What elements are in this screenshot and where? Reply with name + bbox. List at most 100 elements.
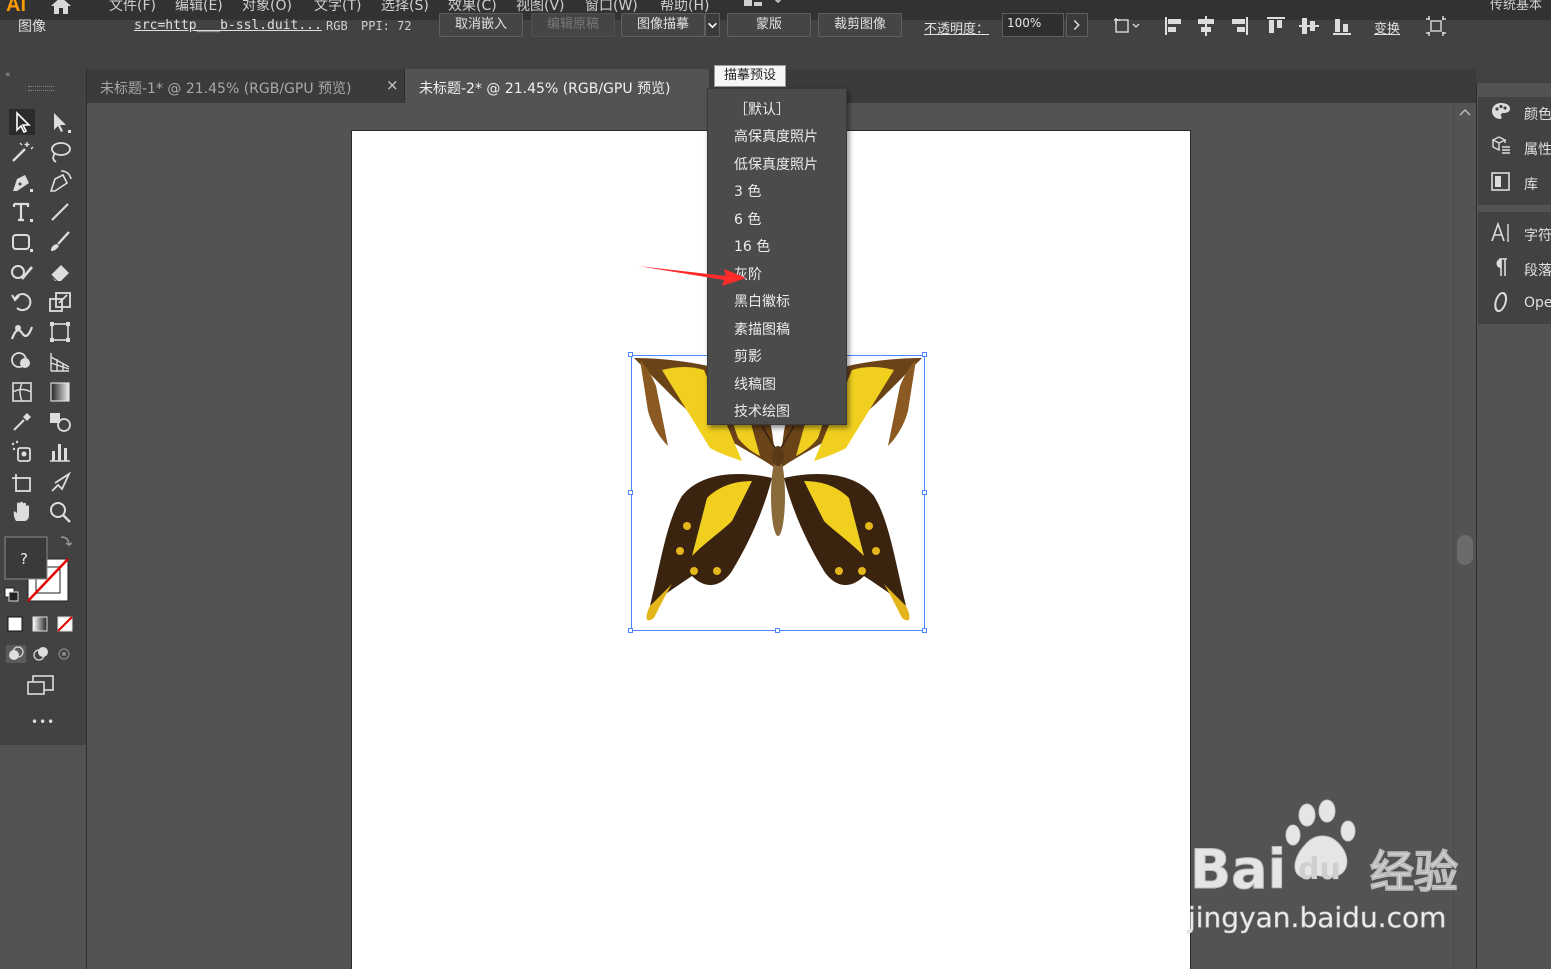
- paintbrush-tool-icon[interactable]: [47, 229, 73, 255]
- crop-image-button[interactable]: 裁剪图像: [818, 13, 902, 37]
- trace-presets-tooltip: 描摹预设: [714, 65, 786, 87]
- trace-preset-dropdown-icon[interactable]: [705, 13, 720, 37]
- preset-item-technical-drawing[interactable]: 技术绘图: [734, 401, 790, 425]
- home-icon[interactable]: [48, 0, 74, 16]
- toolbar-empty-area: [0, 745, 87, 969]
- panel-grip[interactable]: [28, 86, 54, 91]
- panel-character[interactable]: 字符: [1490, 221, 1551, 247]
- arrange-documents-icon[interactable]: [742, 0, 788, 14]
- opacity-label[interactable]: 不透明度：: [924, 18, 989, 37]
- panel-label: 颜色: [1524, 107, 1551, 123]
- pen-tool-icon[interactable]: [9, 169, 35, 195]
- panel-libraries[interactable]: 库: [1490, 170, 1551, 196]
- image-trace-button[interactable]: 图像描摹: [621, 13, 705, 37]
- chevron-right-icon[interactable]: [1066, 13, 1088, 37]
- resize-handle-bottom-right[interactable]: [922, 628, 927, 633]
- panel-label: OpenType: [1524, 295, 1551, 311]
- resize-handle-top-right[interactable]: [922, 352, 927, 357]
- menu-edit[interactable]: 编辑(E): [175, 0, 223, 15]
- scale-tool-icon[interactable]: [47, 289, 73, 315]
- eraser-tool-icon[interactable]: [47, 259, 73, 285]
- preset-item-16-colors[interactable]: 16 色: [734, 236, 770, 260]
- line-segment-tool-icon[interactable]: [47, 199, 73, 225]
- align-bottom-icon[interactable]: [1331, 15, 1353, 37]
- selection-tool-icon[interactable]: [9, 109, 35, 135]
- align-right-icon[interactable]: [1228, 15, 1250, 37]
- resize-handle-middle-left[interactable]: [628, 490, 633, 495]
- resize-handle-top-left[interactable]: [628, 352, 633, 357]
- symbol-sprayer-tool-icon[interactable]: [9, 439, 35, 465]
- panel-properties[interactable]: 属性: [1490, 135, 1551, 161]
- artboard-tool-icon[interactable]: [9, 469, 35, 495]
- slice-tool-icon[interactable]: [47, 469, 73, 495]
- color-mode-buttons[interactable]: [5, 614, 77, 634]
- menu-type[interactable]: 文字(T): [314, 0, 361, 15]
- panel-color[interactable]: 颜色: [1490, 100, 1551, 126]
- perspective-grid-tool-icon[interactable]: [47, 349, 73, 375]
- direct-selection-tool-icon[interactable]: [47, 109, 73, 135]
- drawing-mode-buttons[interactable]: [5, 644, 77, 664]
- unknown-fill-indicator: ?: [20, 550, 28, 568]
- opentype-icon: [1494, 292, 1508, 312]
- magic-wand-tool-icon[interactable]: [9, 139, 35, 165]
- rotate-tool-icon[interactable]: [9, 289, 35, 315]
- tab-document-1[interactable]: 未标题-1* @ 21.45% (RGB/GPU 预览) ×: [87, 69, 405, 103]
- preset-item-silhouettes[interactable]: 剪影: [734, 346, 762, 370]
- tab-close-icon[interactable]: ×: [386, 76, 399, 94]
- panel-grip[interactable]: [1476, 69, 1551, 83]
- preset-item-line-art[interactable]: 线稿图: [734, 374, 776, 398]
- panel-paragraph[interactable]: 段落: [1490, 256, 1551, 282]
- watermark-url: jingyan.baidu.com: [1187, 901, 1446, 934]
- preset-item-high-fidelity-photo[interactable]: 高保真度照片: [734, 126, 818, 150]
- resize-handle-middle-right[interactable]: [922, 490, 927, 495]
- preset-item-black-white-logo[interactable]: 黑白徽标: [734, 291, 790, 315]
- menu-file[interactable]: 文件(F): [109, 0, 156, 15]
- free-transform-tool-icon[interactable]: [47, 319, 73, 345]
- fill-stroke-swatches[interactable]: [3, 535, 83, 607]
- isolate-mode-icon[interactable]: [1425, 15, 1447, 37]
- align-left-icon[interactable]: [1163, 15, 1185, 37]
- blend-tool-icon[interactable]: [47, 409, 73, 435]
- align-top-icon[interactable]: [1265, 15, 1287, 37]
- preset-item-6-colors[interactable]: 6 色: [734, 209, 761, 233]
- lasso-tool-icon[interactable]: [47, 139, 73, 165]
- column-graph-tool-icon[interactable]: [47, 439, 73, 465]
- paragraph-icon: [1496, 258, 1507, 276]
- zoom-tool-icon[interactable]: [47, 499, 73, 525]
- collapse-panel-icon[interactable]: «: [5, 70, 11, 80]
- mask-button[interactable]: 蒙版: [727, 13, 811, 37]
- chevron-up-icon[interactable]: [1458, 106, 1472, 120]
- transform-link[interactable]: 变换: [1374, 18, 1400, 37]
- opacity-input[interactable]: 100%: [1002, 13, 1064, 37]
- panel-label: 段落: [1524, 263, 1551, 279]
- tab-document-2[interactable]: 未标题-2* @ 21.45% (RGB/GPU 预览): [405, 69, 709, 103]
- shaper-tool-icon[interactable]: [9, 259, 35, 285]
- panel-opentype[interactable]: OpenType: [1490, 291, 1551, 317]
- type-tool-icon[interactable]: [9, 199, 35, 225]
- align-horizontal-center-icon[interactable]: [1195, 15, 1217, 37]
- preset-item-default[interactable]: ［默认］: [734, 99, 790, 123]
- menu-select[interactable]: 选择(S): [381, 0, 429, 15]
- mesh-tool-icon[interactable]: [9, 379, 35, 405]
- preset-item-3-colors[interactable]: 3 色: [734, 181, 761, 205]
- rectangle-tool-icon[interactable]: [9, 229, 35, 255]
- unembed-button[interactable]: 取消嵌入: [439, 13, 523, 37]
- screen-mode-icon[interactable]: [26, 674, 56, 698]
- preset-item-sketched-art[interactable]: 素描图稿: [734, 319, 790, 343]
- scrollbar-thumb[interactable]: [1457, 535, 1473, 565]
- curvature-tool-icon[interactable]: [47, 169, 73, 195]
- resize-handle-bottom-left[interactable]: [628, 628, 633, 633]
- workspace-switcher[interactable]: 传统基本: [1490, 0, 1542, 13]
- hand-tool-icon[interactable]: [9, 499, 35, 525]
- linked-filename[interactable]: src=http___b-ssl.duit...: [134, 18, 322, 33]
- align-vertical-center-icon[interactable]: [1298, 15, 1320, 37]
- resize-handle-bottom-center[interactable]: [775, 628, 780, 633]
- shape-builder-tool-icon[interactable]: [9, 349, 35, 375]
- recolor-artwork-icon[interactable]: [1112, 15, 1142, 37]
- gradient-tool-icon[interactable]: [47, 379, 73, 405]
- warp-tool-icon[interactable]: [9, 319, 35, 345]
- eyedropper-tool-icon[interactable]: [9, 409, 35, 435]
- edit-toolbar-icon[interactable]: •••: [31, 715, 55, 729]
- menu-object[interactable]: 对象(O): [242, 0, 292, 15]
- preset-item-low-fidelity-photo[interactable]: 低保真度照片: [734, 154, 818, 178]
